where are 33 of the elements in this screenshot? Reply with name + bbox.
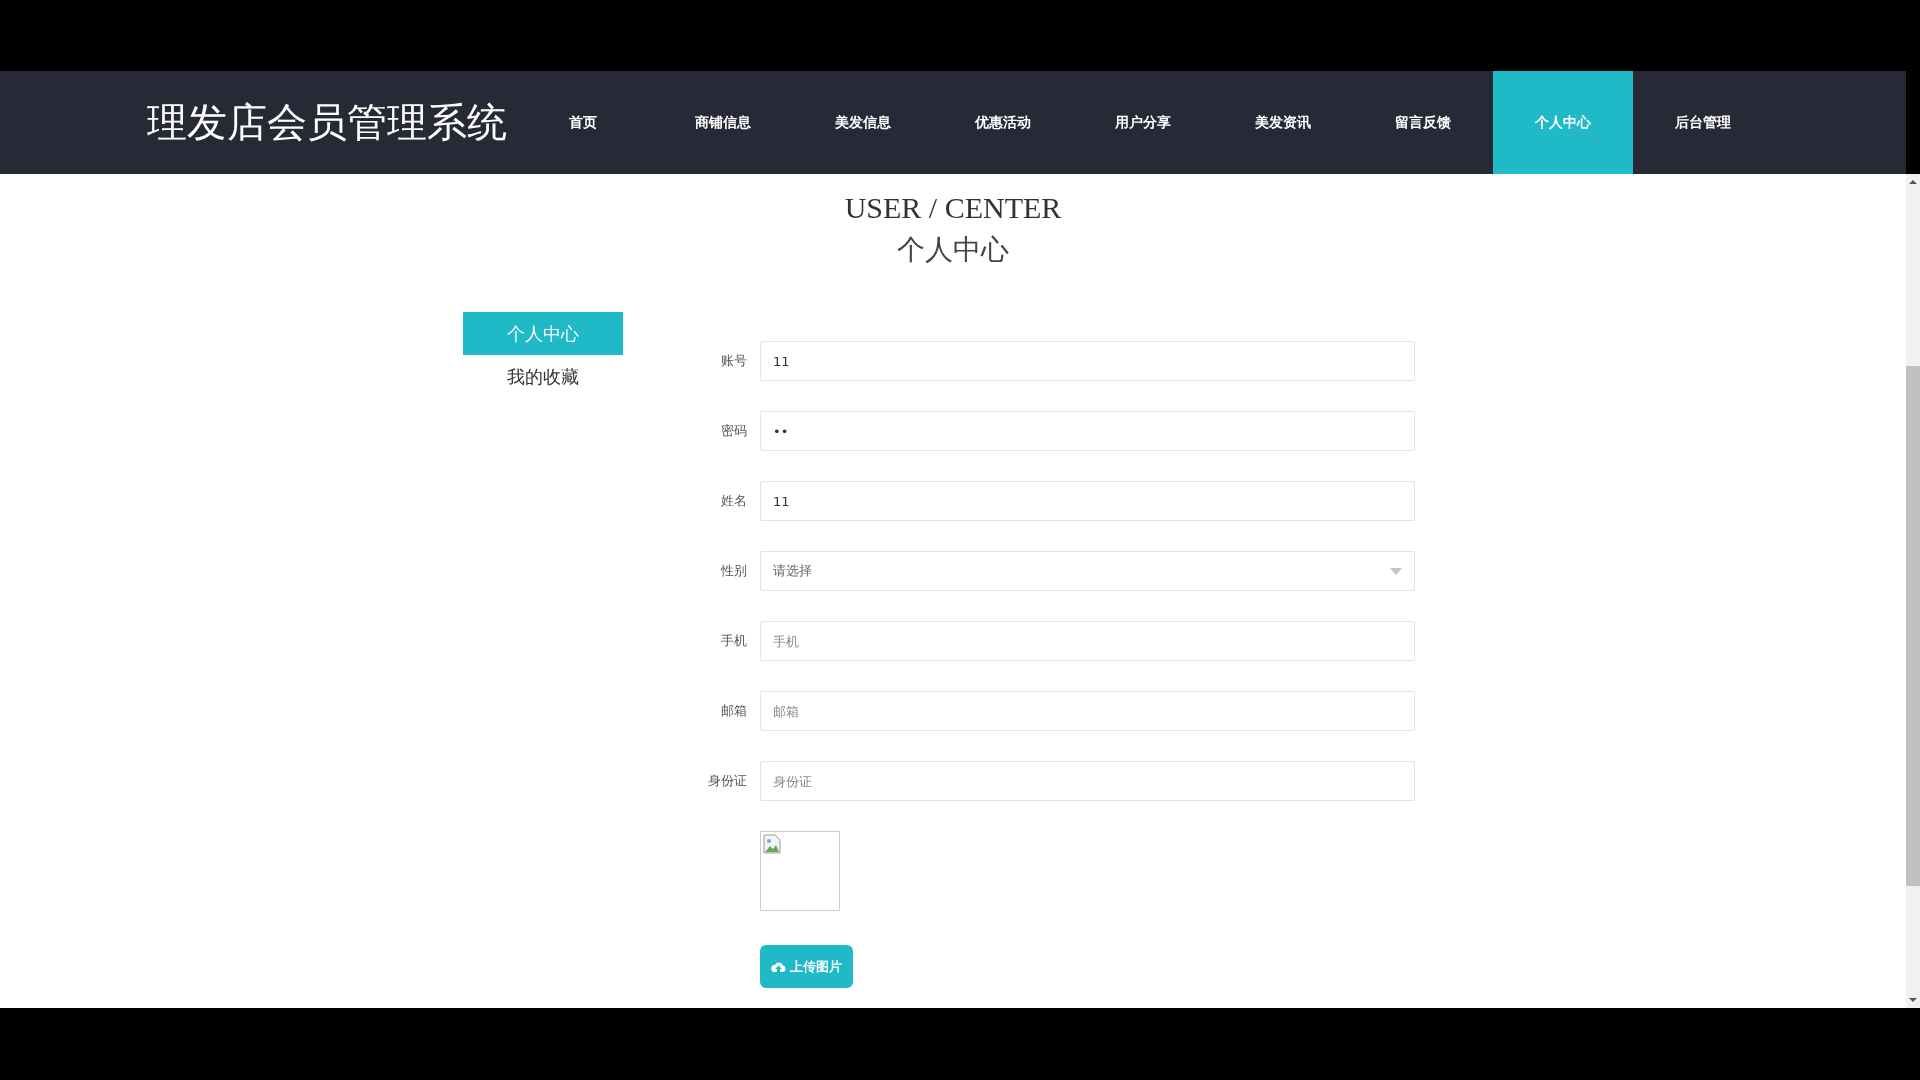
input-field[interactable]: 邮箱 [760, 691, 1415, 731]
input-field[interactable]: 身份证 [760, 761, 1415, 801]
nav-tab[interactable]: 商铺信息 [653, 71, 793, 174]
nav-tab[interactable]: 首页 [513, 71, 653, 174]
sidebar-item[interactable]: 我的收藏 [463, 355, 623, 398]
site-title: 理发店会员管理系统 [147, 98, 508, 147]
nav-tab[interactable]: 用户分享 [1073, 71, 1213, 174]
input-field[interactable]: 11 [760, 481, 1415, 521]
scroll-down-icon[interactable] [1908, 996, 1918, 1004]
input-field[interactable]: •• [760, 411, 1415, 451]
nav-tab[interactable]: 美发资讯 [1213, 71, 1353, 174]
cloud-upload-icon [771, 960, 786, 973]
page-heading: USER / CENTER [844, 190, 1062, 226]
field-label: 手机 [720, 632, 748, 650]
field-label: 性别 [720, 562, 748, 580]
nav-tab[interactable]: 留言反馈 [1353, 71, 1493, 174]
nav-tab[interactable]: 后台管理 [1633, 71, 1773, 174]
field-label: 邮箱 [720, 702, 748, 720]
nav-tab[interactable]: 美发信息 [793, 71, 933, 174]
field-label: 身份证 [707, 772, 748, 790]
select-field[interactable]: 请选择 [760, 551, 1415, 591]
input-field[interactable]: 11 [760, 341, 1415, 381]
field-label: 密码 [720, 422, 748, 440]
select-placeholder: 请选择 [773, 562, 812, 580]
page-subheading: 个人中心 [897, 232, 1009, 268]
scrollbar[interactable] [1906, 174, 1920, 1008]
input-field[interactable]: 手机 [760, 621, 1415, 661]
field-label: 姓名 [720, 492, 748, 510]
caret-icon [1390, 567, 1402, 575]
broken-image-icon [763, 834, 781, 854]
field-label: 账号 [720, 352, 748, 370]
scroll-up-icon[interactable] [1908, 178, 1918, 186]
nav-tab[interactable]: 优惠活动 [933, 71, 1073, 174]
